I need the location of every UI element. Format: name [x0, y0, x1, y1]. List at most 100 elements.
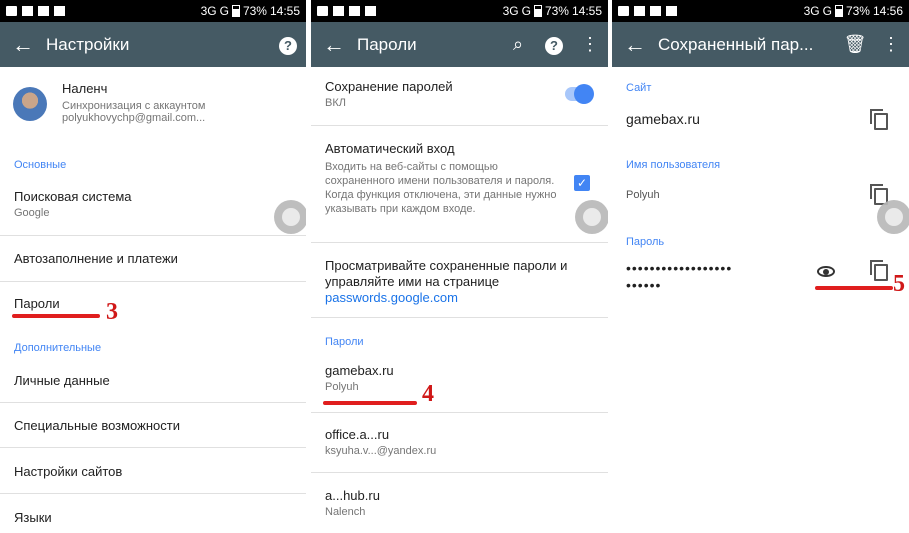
passwords-panel: 3G G 73% 14:55 ← Пароли ⌕ ? ⋮ Сохранение па…: [311, 0, 608, 533]
divider: [0, 447, 306, 448]
personal-data-item[interactable]: Личные данные: [14, 373, 294, 388]
battery-text: 73%: [242, 4, 267, 18]
entry-user: Nalench: [325, 506, 366, 518]
view-saved-item[interactable]: Просматривайте сохраненные пароли и упра…: [325, 258, 568, 306]
sync-text: Синхронизация с аккаунтом: [62, 100, 206, 112]
g-text: G: [521, 4, 531, 18]
page-title: Настройки: [46, 34, 130, 54]
image-icon: [333, 6, 344, 16]
entry-user: ksyuha.v...@yandex.ru: [325, 445, 437, 457]
annotation-underline: [12, 314, 100, 318]
auto-signin-item[interactable]: Автоматический вход Входить на веб-сайты…: [325, 141, 564, 216]
mail-icon: [349, 6, 360, 16]
passwords-item[interactable]: Пароли: [14, 296, 294, 311]
account-name: Наленч: [62, 81, 108, 96]
annotation-underline: [815, 286, 893, 290]
account-row[interactable]: Наленч Синхронизация с аккаунтом polyukh…: [0, 77, 306, 137]
divider: [311, 472, 608, 473]
signal-text: 3G: [803, 4, 820, 18]
signal-text: 3G: [200, 4, 217, 18]
notification-icon: [618, 6, 629, 16]
auto-signin-checkbox[interactable]: ✓: [574, 175, 590, 191]
accessibility-item[interactable]: Специальные возможности: [14, 418, 294, 433]
site-settings-item[interactable]: Настройки сайтов: [14, 464, 294, 479]
divider: [311, 125, 608, 126]
auto-signin-desc: Входить на веб-сайты с помощью сохраненн…: [325, 161, 557, 215]
battery-text: 73%: [544, 4, 569, 18]
divider: [0, 402, 306, 403]
g-text: G: [219, 4, 229, 18]
avatar: [13, 87, 47, 121]
languages-item[interactable]: Языки: [14, 510, 294, 525]
autofill-item[interactable]: Автозаполнение и платежи: [14, 251, 294, 266]
entry-user: Polyuh: [325, 381, 359, 393]
page-title: Пароли: [357, 34, 417, 54]
view-saved-text: Просматривайте сохраненные пароли и упра…: [325, 258, 568, 289]
back-arrow-icon[interactable]: ←: [0, 32, 46, 58]
site-label: Сайт: [626, 82, 652, 94]
page-title: Сохраненный пар...: [658, 34, 814, 54]
notification-icon: [317, 6, 328, 16]
battery-icon: [834, 5, 843, 17]
notification-icon: [6, 6, 17, 16]
battery-icon: [231, 5, 240, 17]
site-value: gamebax.ru: [626, 111, 700, 127]
password-value: •••••••••••••••••• ••••••: [626, 260, 799, 294]
saved-password-panel: 3G G 73% 14:56 ← Сохраненный пар... 🗑 ⋮ Сай…: [612, 0, 909, 533]
battery-text: 73%: [845, 4, 870, 18]
annotation-number: 4: [422, 381, 434, 407]
divider: [0, 281, 306, 282]
more-menu-icon[interactable]: ⋮: [873, 34, 909, 55]
floating-assistive-button[interactable]: [877, 200, 909, 234]
username-value: Polyuh: [626, 189, 660, 201]
password-entry[interactable]: office.a...ru ksyuha.v...@yandex.ru: [325, 427, 596, 457]
divider: [311, 317, 608, 318]
save-passwords-item[interactable]: Сохранение паролей ВКЛ: [325, 79, 558, 109]
annotation-number: 3: [106, 299, 118, 325]
help-icon[interactable]: ?: [270, 34, 306, 55]
g-text: G: [822, 4, 832, 18]
save-passwords-toggle[interactable]: [565, 84, 594, 104]
mail-icon: [650, 6, 661, 16]
time-text: 14:55: [269, 4, 300, 18]
annotation-underline: [323, 401, 417, 405]
password-entry[interactable]: a...hub.ru Nalench: [325, 488, 596, 518]
section-more: Дополнительные: [14, 342, 102, 354]
image-icon: [22, 6, 33, 16]
trash-icon[interactable]: 🗑: [837, 34, 873, 55]
back-arrow-icon[interactable]: ←: [311, 32, 357, 58]
search-engine-item[interactable]: Поисковая система Google: [14, 189, 294, 219]
copy-icon[interactable]: [870, 184, 888, 205]
status-bar: 3G G 73% 14:55: [0, 0, 306, 22]
section-basic: Основные: [14, 159, 67, 171]
divider: [311, 412, 608, 413]
play-icon: [666, 6, 677, 16]
search-engine-label: Поисковая система: [14, 189, 132, 204]
time-text: 14:56: [872, 4, 903, 18]
search-icon[interactable]: ⌕: [500, 34, 536, 55]
section-passwords: Пароли: [325, 336, 364, 348]
battery-icon: [533, 5, 542, 17]
annotation-number: 5: [893, 271, 905, 297]
more-menu-icon[interactable]: ⋮: [572, 34, 608, 55]
eye-icon[interactable]: [817, 266, 835, 277]
copy-icon[interactable]: [870, 109, 888, 130]
account-email: polyukhovychp@gmail.com...: [62, 112, 206, 124]
floating-assistive-button[interactable]: [575, 200, 608, 234]
passwords-link[interactable]: passwords.google.com: [325, 290, 458, 305]
help-icon[interactable]: ?: [536, 34, 572, 55]
auto-signin-label: Автоматический вход: [325, 141, 455, 156]
mail-icon: [38, 6, 49, 16]
time-text: 14:55: [571, 4, 602, 18]
save-passwords-label: Сохранение паролей: [325, 79, 453, 94]
password-dots: ••••••••••••••••••: [626, 260, 733, 276]
entry-site: gamebax.ru: [325, 363, 394, 378]
back-arrow-icon[interactable]: ←: [612, 32, 658, 58]
password-dots: ••••••: [626, 277, 662, 293]
entry-site: a...hub.ru: [325, 488, 380, 503]
floating-assistive-button[interactable]: [274, 200, 306, 234]
divider: [0, 493, 306, 494]
password-entry[interactable]: gamebax.ru Polyuh: [325, 363, 596, 393]
save-passwords-state: ВКЛ: [325, 97, 346, 109]
copy-icon[interactable]: [870, 260, 888, 281]
